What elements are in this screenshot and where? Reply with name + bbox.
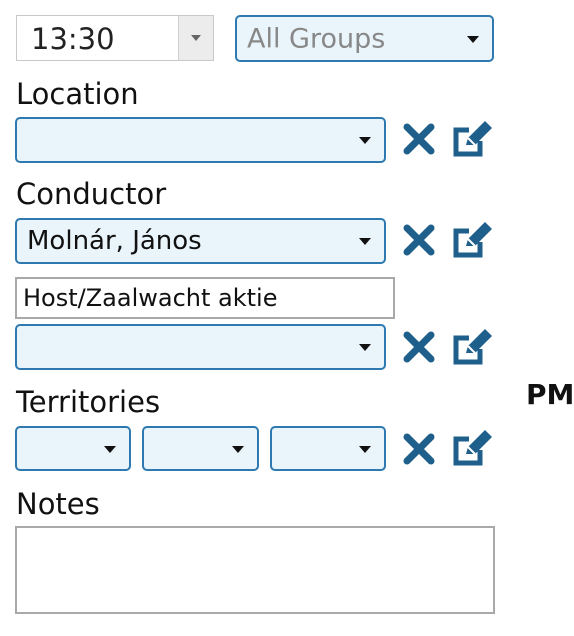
- close-x-icon: [401, 329, 437, 365]
- time-value: 13:30: [31, 22, 115, 56]
- edit-icon: [451, 118, 495, 160]
- territories-label: Territories: [16, 385, 161, 419]
- location-select[interactable]: [15, 117, 386, 163]
- caret-down-icon: [232, 445, 244, 453]
- close-x-icon: [401, 431, 437, 467]
- close-x-icon: [401, 222, 437, 258]
- edit-icon: [451, 219, 495, 261]
- time-dropdown-button[interactable]: [178, 16, 213, 60]
- clear-location-button[interactable]: [401, 121, 437, 157]
- territory-select-2[interactable]: [142, 426, 259, 471]
- conductor-label: Conductor: [16, 177, 167, 211]
- clear-conductor-button[interactable]: [401, 222, 437, 258]
- caret-down-icon: [359, 137, 371, 144]
- edit-icon: [451, 326, 495, 368]
- edit-icon: [451, 427, 495, 469]
- conductor-select-value: Molnár, János: [27, 226, 202, 256]
- caret-down-icon: [359, 344, 371, 351]
- conductor-select[interactable]: Molnár, János: [15, 218, 386, 264]
- group-select-value: All Groups: [247, 23, 386, 54]
- host-label-field[interactable]: Host/Zaalwacht aktie: [15, 277, 395, 319]
- clear-host-button[interactable]: [401, 329, 437, 365]
- notes-textarea[interactable]: [15, 526, 495, 614]
- notes-label: Notes: [16, 487, 100, 521]
- host-select[interactable]: [15, 324, 386, 370]
- territory-select-1[interactable]: [15, 426, 131, 471]
- edit-territories-button[interactable]: [451, 427, 495, 469]
- close-x-icon: [401, 121, 437, 157]
- time-spinner[interactable]: 13:30: [16, 15, 214, 61]
- caret-down-icon: [359, 445, 371, 453]
- caret-down-icon: [191, 35, 201, 41]
- host-label-text: Host/Zaalwacht aktie: [23, 284, 278, 312]
- caret-down-icon: [104, 445, 116, 453]
- edit-conductor-button[interactable]: [451, 219, 495, 261]
- group-select[interactable]: All Groups: [235, 15, 494, 62]
- location-label: Location: [16, 77, 139, 111]
- edit-host-button[interactable]: [451, 326, 495, 368]
- caret-down-icon: [467, 35, 479, 43]
- period-label: PM: [526, 378, 574, 411]
- caret-down-icon: [359, 238, 371, 245]
- clear-territories-button[interactable]: [401, 431, 437, 467]
- edit-location-button[interactable]: [451, 118, 495, 160]
- territory-select-3[interactable]: [270, 426, 386, 471]
